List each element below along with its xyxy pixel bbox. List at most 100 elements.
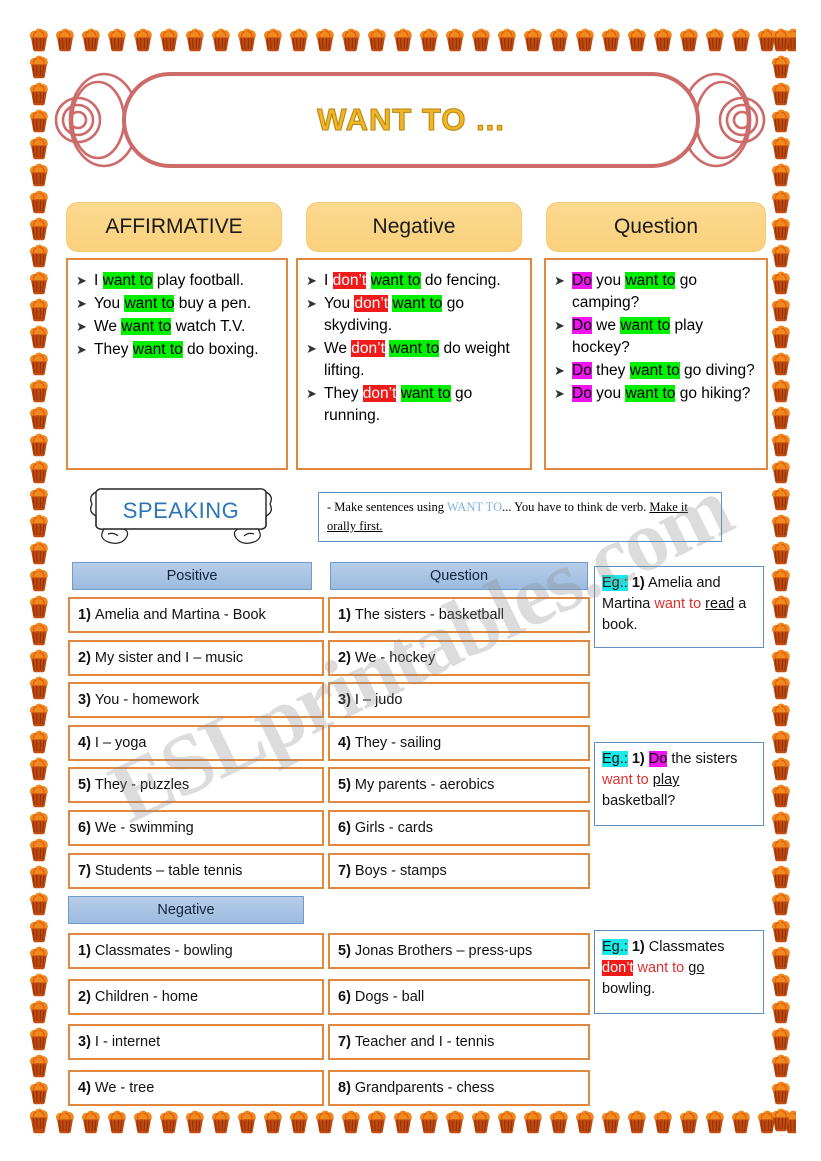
column-header-question-label: Question [429, 568, 489, 584]
arrow-bullet-icon: ➤ [306, 296, 317, 311]
item-number: 4) [78, 734, 91, 751]
tab-question[interactable]: Question [546, 202, 766, 252]
decorative-border-right [768, 26, 796, 1136]
item-text: Grandparents - chess [354, 1079, 495, 1096]
muffin-icon [650, 1108, 676, 1135]
exercise-cell-question[interactable]: 4) They - sailing [328, 724, 590, 761]
muffin-icon [104, 26, 130, 53]
item-text: They - puzzles [94, 777, 190, 794]
muffin-icon [130, 1108, 156, 1135]
arrow-bullet-icon: ➤ [554, 273, 565, 288]
muffin-icon [768, 512, 794, 539]
muffin-icon [768, 566, 794, 593]
item-number: 5) [338, 777, 351, 794]
muffin-icon [208, 1108, 234, 1135]
item-number: 4) [78, 1079, 91, 1096]
muffin-icon [768, 215, 794, 242]
muffin-icon [768, 26, 794, 53]
muffin-icon [768, 728, 794, 755]
exercise-cell-positive[interactable]: 2) My sister and I – music [68, 639, 324, 676]
item-number: 1) [78, 607, 91, 623]
exercise-cell-negative-left[interactable]: 4) We - tree [68, 1069, 324, 1106]
exercise-cell-positive[interactable]: 5) They - puzzles [68, 767, 324, 804]
highlighted-red: don’t [332, 272, 367, 289]
muffin-icon [768, 161, 794, 188]
exercise-cell-question[interactable]: 3) I – judo [328, 682, 590, 719]
exercise-cell-negative-right[interactable]: 8) Grandparents - chess [328, 1069, 590, 1106]
exercise-cell-question[interactable]: 6) Girls - cards [328, 810, 590, 846]
grammar-line: ➤ I want to play football. [76, 270, 278, 292]
muffin-icon [364, 1108, 390, 1135]
exercise-cell-question[interactable]: 5) My parents - aerobics [328, 767, 590, 804]
exercise-cell-negative-right[interactable]: 6) Dogs - ball [328, 978, 590, 1015]
item-number: 2) [338, 649, 351, 666]
tab-affirmative[interactable]: AFFIRMATIVE [66, 202, 282, 252]
item-number: 6) [338, 820, 351, 836]
text-segment: We [94, 318, 122, 335]
muffin-icon [768, 188, 794, 215]
muffin-icon [768, 917, 794, 944]
muffin-icon [768, 998, 794, 1025]
item-number: 1) [78, 943, 91, 959]
item-text: Girls - cards [354, 820, 434, 836]
item-number: 3) [78, 692, 91, 709]
grammar-sentence: We want to watch T.V. [94, 316, 278, 338]
muffin-icon [26, 647, 52, 674]
highlighted-green: want to [400, 385, 451, 402]
muffin-icon [390, 1108, 416, 1135]
item-text: I – yoga [94, 734, 147, 751]
text-segment: They [94, 341, 133, 358]
muffin-icon [26, 269, 52, 296]
exercise-cell-positive[interactable]: 6) We - swimming [68, 810, 324, 846]
title-box: WANT TO ... [122, 72, 700, 168]
muffin-icon [26, 782, 52, 809]
exercise-cell-positive[interactable]: 4) I – yoga [68, 724, 324, 761]
example-underline: read [705, 596, 735, 613]
exercise-cell-question[interactable]: 7) Boys - stamps [328, 852, 590, 889]
text-segment: watch T.V. [171, 318, 246, 335]
exercise-cell-positive[interactable]: 1) Amelia and Martina - Book [68, 597, 324, 633]
speaking-label: SPEAKING [122, 498, 240, 523]
highlighted-green: want to [389, 340, 440, 357]
text-segment: they [591, 362, 630, 379]
exercise-cell-question[interactable]: 2) We - hockey [328, 639, 590, 676]
text-segment: go hiking? [675, 385, 751, 402]
tab-negative[interactable]: Negative [306, 202, 522, 252]
example-underline: go [688, 960, 705, 977]
item-text: You - homework [94, 692, 200, 709]
exercise-cell-negative-right[interactable]: 5) Jonas Brothers – press-ups [328, 933, 590, 969]
muffin-icon [26, 107, 52, 134]
muffin-icon [26, 188, 52, 215]
exercise-cell-question[interactable]: 1) The sisters - basketball [328, 597, 590, 633]
text-segment: go diving? [679, 362, 755, 379]
item-text: We - tree [94, 1079, 155, 1096]
highlighted-mag: Do [572, 362, 592, 379]
muffin-icon [768, 593, 794, 620]
grammar-sentence: They want to do boxing. [94, 339, 278, 361]
muffin-icon [78, 26, 104, 53]
exercise-cell-negative-left[interactable]: 1) Classmates - bowling [68, 933, 324, 969]
muffin-icon [130, 26, 156, 53]
arrow-bullet-icon: ➤ [554, 363, 565, 378]
muffin-icon [26, 323, 52, 350]
column-header-positive: Positive [72, 562, 312, 590]
highlighted-green: want to [392, 295, 443, 312]
exercise-cell-positive[interactable]: 7) Students – table tennis [68, 852, 324, 889]
muffin-icon [26, 26, 52, 53]
exercise-cell-negative-left[interactable]: 3) I - internet [68, 1024, 324, 1060]
muffin-icon [768, 458, 794, 485]
exercise-cell-negative-left[interactable]: 2) Children - home [68, 978, 324, 1015]
highlighted-red: don’t [362, 385, 397, 402]
muffin-icon [312, 1108, 338, 1135]
item-number: 2) [78, 988, 91, 1005]
item-number: 3) [78, 1034, 91, 1050]
muffin-icon [768, 539, 794, 566]
muffin-icon [156, 1108, 182, 1135]
exercise-cell-positive[interactable]: 3) You - homework [68, 682, 324, 719]
muffin-icon [26, 701, 52, 728]
muffin-icon [702, 1108, 728, 1135]
grammar-line: ➤ I don’t want to do fencing. [306, 270, 522, 292]
muffin-icon [104, 1108, 130, 1135]
muffin-icon [768, 701, 794, 728]
exercise-cell-negative-right[interactable]: 7) Teacher and I - tennis [328, 1024, 590, 1060]
